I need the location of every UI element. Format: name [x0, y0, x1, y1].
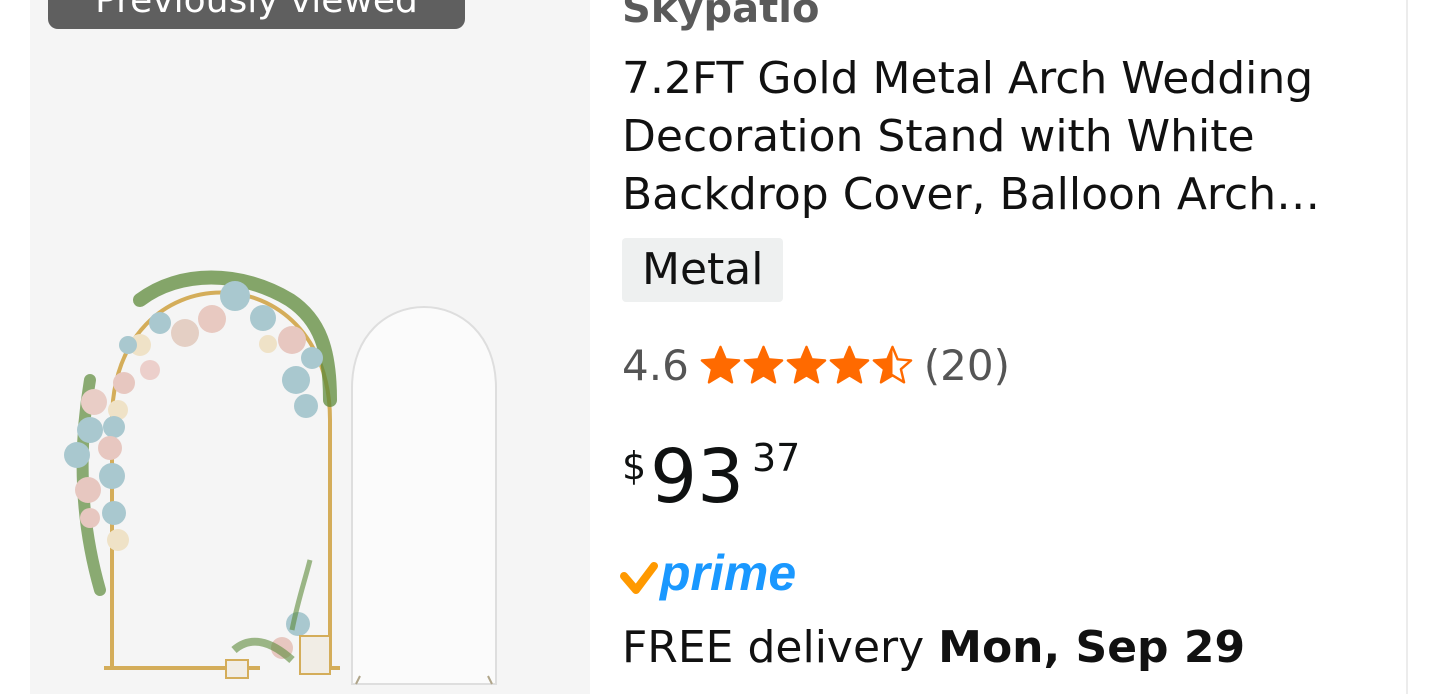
- star-icon: [700, 345, 741, 384]
- prime-badge: prime: [620, 545, 830, 610]
- price-fraction: 37: [752, 436, 801, 480]
- product-title[interactable]: 7.2FT Gold Metal Arch Wedding Decoration…: [622, 50, 1382, 224]
- delivery-info: FREE delivery Mon, Sep 29: [622, 622, 1245, 673]
- star-rating: [699, 344, 914, 387]
- product-card[interactable]: Previously viewed Skypatio 7.2FT Gold Me…: [0, 0, 1440, 694]
- previously-viewed-badge: Previously viewed: [48, 0, 465, 29]
- brand-name[interactable]: Skypatio: [622, 0, 819, 32]
- star-icon: [743, 345, 784, 384]
- product-image[interactable]: [30, 0, 590, 694]
- delivery-prefix: FREE delivery: [622, 622, 939, 673]
- star-icon: [872, 345, 913, 384]
- star-icon: [786, 345, 827, 384]
- product-image-graphic: [64, 270, 497, 685]
- prime-label: prime: [658, 546, 796, 601]
- card-divider: [1406, 0, 1408, 694]
- star-icon: [829, 345, 870, 384]
- review-count[interactable]: (20): [924, 341, 1010, 390]
- price-whole: 93: [650, 434, 745, 520]
- delivery-date: Mon, Sep 29: [938, 622, 1246, 673]
- rating-value: 4.6: [622, 340, 689, 390]
- prime-check-icon: [620, 562, 658, 594]
- material-chip: Metal: [622, 238, 784, 302]
- price-currency: $: [622, 444, 647, 488]
- rating-row[interactable]: 4.6 (20): [622, 336, 1010, 394]
